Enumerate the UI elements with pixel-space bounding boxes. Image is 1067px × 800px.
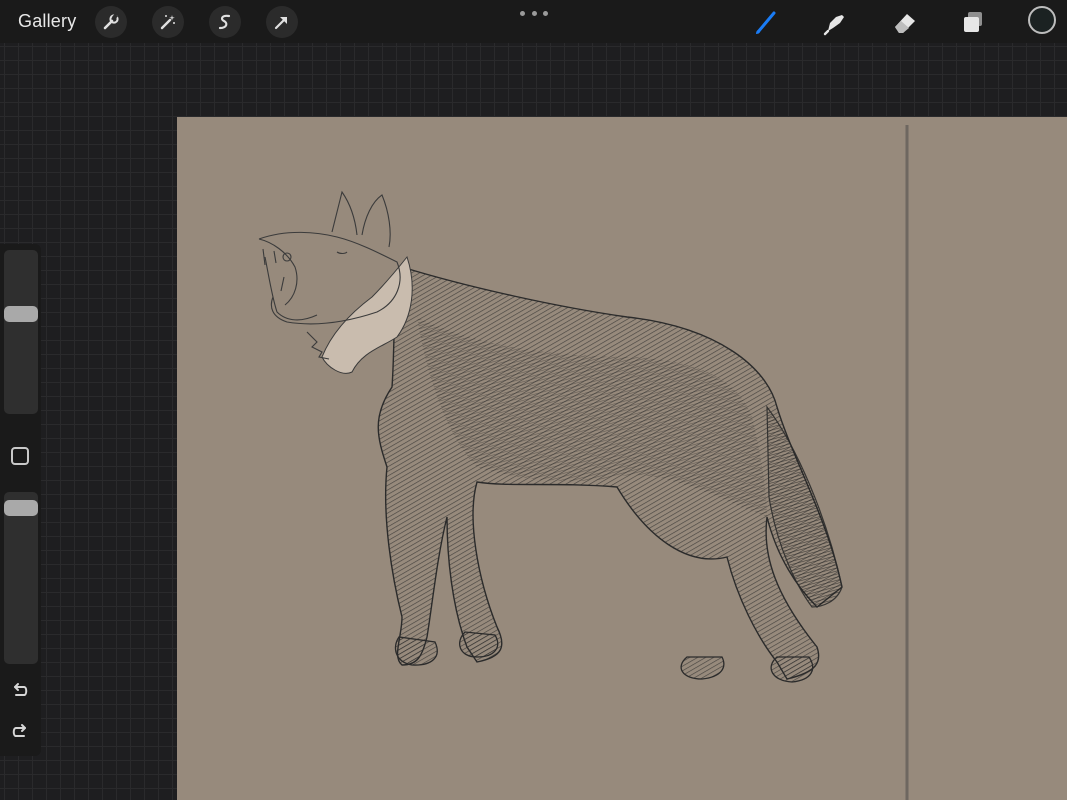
smudge-tool-button[interactable]	[817, 4, 853, 40]
brush-size-slider[interactable]	[4, 250, 38, 414]
top-toolbar: Gallery	[0, 0, 1067, 43]
brush-size-thumb[interactable]	[4, 306, 38, 322]
color-picker-button[interactable]	[1028, 6, 1056, 34]
smudge-icon	[823, 15, 844, 36]
adjustments-button[interactable]	[152, 6, 184, 38]
more-options-handle[interactable]	[520, 6, 548, 20]
opacity-thumb[interactable]	[4, 500, 38, 516]
dot-icon	[531, 10, 537, 16]
selection-s-icon	[218, 14, 231, 30]
dot-icon	[543, 10, 548, 16]
magic-wand-icon	[160, 15, 175, 30]
eraser-icon	[895, 14, 915, 33]
transform-button[interactable]	[266, 6, 298, 38]
undo-icon	[14, 683, 28, 696]
layers-button[interactable]	[955, 4, 991, 40]
redo-button[interactable]	[8, 720, 32, 744]
eraser-tool-button[interactable]	[886, 4, 922, 40]
opacity-slider[interactable]	[4, 492, 38, 664]
actions-button[interactable]	[95, 6, 127, 38]
gallery-button[interactable]: Gallery	[18, 11, 76, 32]
redo-icon	[12, 724, 26, 737]
brush-icon	[756, 11, 776, 34]
transform-arrow-icon	[274, 17, 287, 30]
dot-icon	[520, 10, 525, 16]
wolf-sketch	[177, 117, 1067, 800]
undo-button[interactable]	[8, 679, 32, 703]
brush-tool-button[interactable]	[749, 4, 785, 40]
layers-icon	[964, 12, 982, 32]
selection-button[interactable]	[209, 6, 241, 38]
modify-square-button[interactable]	[11, 447, 29, 465]
drawing-canvas[interactable]	[177, 117, 1067, 800]
wrench-icon	[103, 13, 119, 30]
left-sidebar	[0, 244, 41, 756]
